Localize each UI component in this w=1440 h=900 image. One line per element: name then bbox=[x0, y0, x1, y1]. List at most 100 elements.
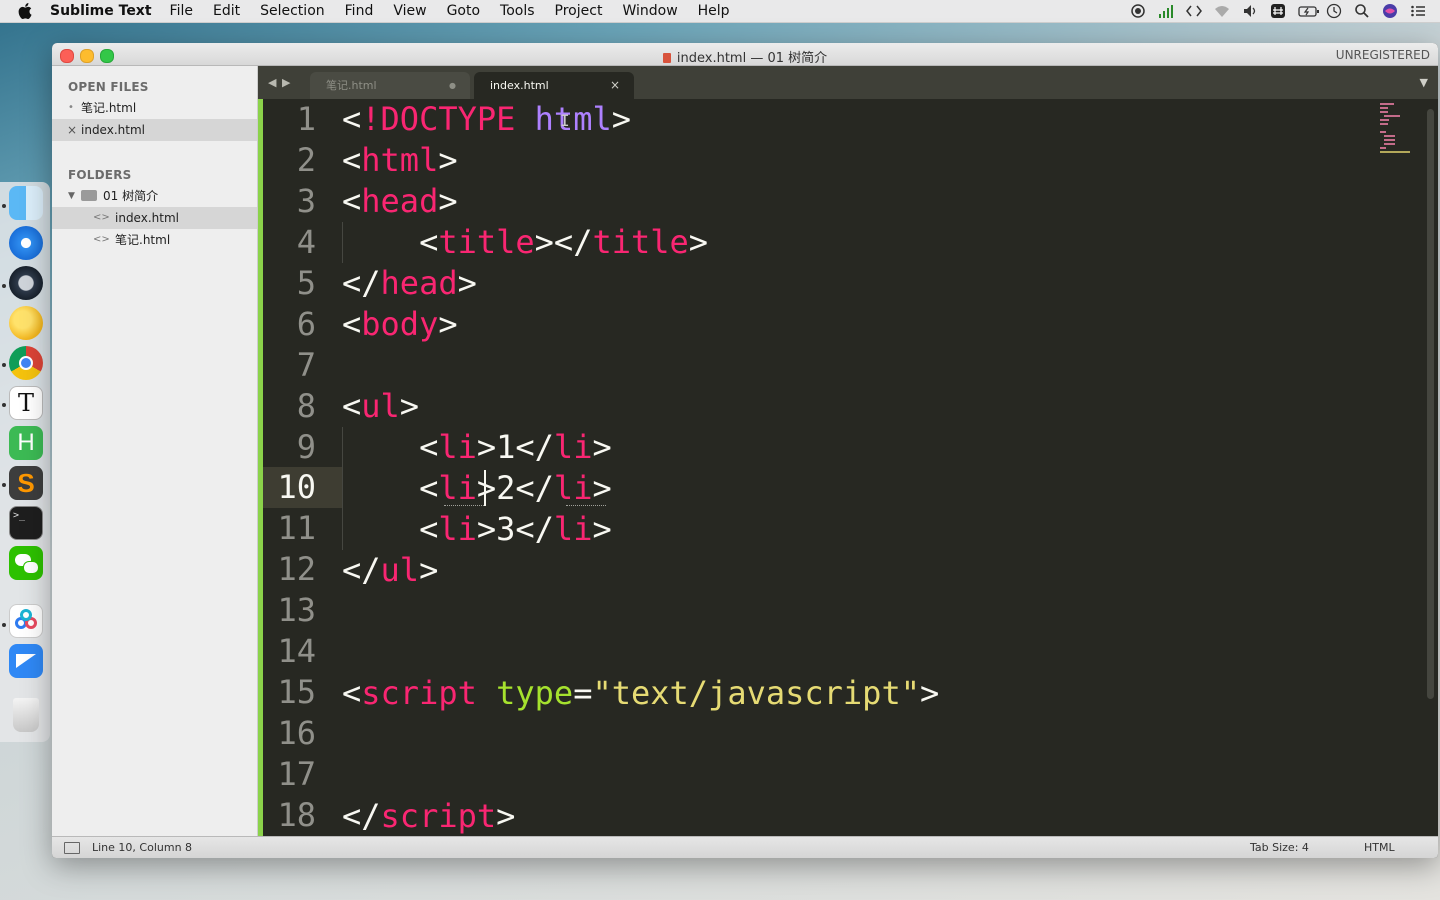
siri-icon[interactable] bbox=[1382, 3, 1398, 19]
tab-label: index.html bbox=[490, 79, 549, 92]
syntax-selector[interactable]: HTML bbox=[1364, 841, 1395, 854]
menu-view[interactable]: View bbox=[393, 3, 426, 19]
code-token: > bbox=[399, 387, 420, 425]
code-line[interactable]: <li>2</li> bbox=[342, 468, 612, 509]
record-icon[interactable] bbox=[1130, 3, 1146, 19]
safari-icon[interactable] bbox=[9, 226, 43, 260]
code-line[interactable]: <head> bbox=[342, 181, 458, 222]
code-line[interactable]: </ul> bbox=[342, 550, 438, 591]
tag-match-underline bbox=[566, 505, 606, 506]
tab-back-icon[interactable]: ◀ bbox=[268, 76, 276, 89]
app-name[interactable]: Sublime Text bbox=[50, 3, 152, 19]
code-line[interactable]: <body> bbox=[342, 304, 458, 345]
sublime-window: index.html — 01 树简介 UNREGISTERED OPEN FI… bbox=[52, 43, 1438, 858]
code-line[interactable]: <li>3</li> bbox=[342, 509, 612, 550]
tab-forward-icon[interactable]: ▶ bbox=[282, 76, 290, 89]
close-file-icon[interactable]: × bbox=[67, 119, 77, 141]
folders-heading: FOLDERS bbox=[68, 168, 132, 182]
code-token: > bbox=[592, 428, 612, 466]
ibeam-cursor-icon: I bbox=[560, 111, 570, 130]
code-line[interactable]: <html> bbox=[342, 140, 458, 181]
folder-file-notes[interactable]: <> 笔记.html bbox=[52, 229, 257, 251]
code-token: li bbox=[438, 428, 477, 466]
code-token: < bbox=[342, 674, 362, 712]
spotlight-icon[interactable] bbox=[1354, 3, 1370, 19]
tab-notes[interactable]: 笔记.html ● bbox=[310, 72, 470, 99]
hbuilder-icon[interactable]: H bbox=[9, 426, 43, 460]
file-code-icon: <> bbox=[93, 234, 110, 245]
clock-icon[interactable] bbox=[1326, 3, 1342, 19]
tab-index[interactable]: index.html × bbox=[474, 72, 634, 99]
volume-icon[interactable] bbox=[1242, 3, 1258, 19]
line-number: 17 bbox=[277, 755, 316, 793]
minimap[interactable] bbox=[1378, 103, 1418, 153]
code-token: = bbox=[573, 674, 593, 712]
chrome-icon[interactable] bbox=[9, 346, 43, 380]
code-line[interactable]: <title></title> bbox=[342, 222, 708, 263]
unsaved-dot-icon[interactable]: ● bbox=[449, 72, 456, 99]
status-bar: Line 10, Column 8 Tab Size: 4 HTML bbox=[52, 836, 1438, 858]
finder-icon[interactable] bbox=[9, 186, 43, 220]
tab-overflow-dropdown-icon[interactable]: ▼ bbox=[1420, 76, 1428, 89]
code-editor[interactable]: 1 2 3 4 5 6 7 8 9 10 11 12 13 14 15 16 1… bbox=[258, 99, 1438, 836]
menu-help[interactable]: Help bbox=[698, 3, 730, 19]
line-number: 14 bbox=[277, 632, 316, 670]
code-token: title bbox=[438, 223, 535, 261]
menu-edit[interactable]: Edit bbox=[213, 3, 240, 19]
menu-project[interactable]: Project bbox=[555, 3, 603, 19]
trash-icon[interactable] bbox=[13, 698, 39, 732]
notification-center-icon[interactable] bbox=[1410, 3, 1426, 19]
wifi-icon[interactable] bbox=[1214, 3, 1230, 19]
dock-running-dot bbox=[2, 483, 6, 487]
code-token: li bbox=[553, 428, 593, 466]
code-line[interactable]: <!DOCTYPE html> bbox=[342, 99, 631, 140]
signal-icon[interactable] bbox=[1158, 3, 1174, 19]
code-line[interactable]: <li>1</li> bbox=[342, 427, 612, 468]
menu-selection[interactable]: Selection bbox=[260, 3, 325, 19]
feishu-icon[interactable] bbox=[9, 644, 43, 678]
code-line[interactable]: </script> bbox=[342, 796, 515, 837]
line-number: 4 bbox=[296, 223, 316, 261]
tab-size-selector[interactable]: Tab Size: 4 bbox=[1250, 841, 1309, 854]
panel-toggle-icon[interactable] bbox=[64, 842, 80, 854]
code-token: script bbox=[361, 674, 477, 712]
menu-window[interactable]: Window bbox=[622, 3, 677, 19]
line-number: 3 bbox=[296, 182, 316, 220]
code-line[interactable]: <ul> bbox=[342, 386, 419, 427]
open-file-index[interactable]: × index.html bbox=[52, 119, 257, 141]
code-icon[interactable] bbox=[1186, 3, 1202, 19]
vertical-scrollbar[interactable] bbox=[1427, 109, 1434, 699]
dock-running-dot bbox=[2, 403, 6, 407]
code-token: < bbox=[342, 100, 362, 138]
dock-running-dot bbox=[2, 204, 6, 208]
yellow-app-icon[interactable] bbox=[9, 306, 43, 340]
quicktime-icon[interactable] bbox=[9, 266, 43, 300]
typora-icon[interactable]: T bbox=[9, 386, 43, 420]
menu-find[interactable]: Find bbox=[345, 3, 374, 19]
title-bar: index.html — 01 树简介 UNREGISTERED bbox=[52, 43, 1438, 66]
code-token: > bbox=[688, 223, 709, 261]
menu-file[interactable]: File bbox=[170, 3, 193, 19]
apple-icon[interactable] bbox=[18, 3, 36, 19]
battery-icon[interactable] bbox=[1298, 3, 1319, 19]
menu-goto[interactable]: Goto bbox=[447, 3, 480, 19]
input-method-icon[interactable] bbox=[1270, 3, 1286, 19]
close-tab-icon[interactable]: × bbox=[610, 72, 620, 99]
wechat-icon[interactable] bbox=[9, 546, 43, 580]
code-token: script bbox=[380, 797, 497, 835]
folder-row[interactable]: ▼ 01 树简介 bbox=[52, 185, 257, 207]
baidu-netdisk-icon[interactable] bbox=[9, 604, 43, 638]
open-file-notes[interactable]: • 笔记.html bbox=[52, 97, 257, 119]
code-token: >2</ bbox=[476, 469, 554, 507]
code-line[interactable]: <script type="text/javascript"> bbox=[342, 673, 939, 714]
line-number: 6 bbox=[296, 305, 316, 343]
menu-tools[interactable]: Tools bbox=[500, 3, 535, 19]
disclosure-triangle-icon[interactable]: ▼ bbox=[68, 185, 75, 207]
folder-icon bbox=[81, 190, 97, 201]
sublime-text-icon[interactable]: S bbox=[9, 466, 43, 500]
folder-file-index[interactable]: <> index.html bbox=[52, 207, 257, 229]
code-token: < bbox=[342, 182, 362, 220]
terminal-icon[interactable]: >_ bbox=[9, 506, 43, 540]
code-line[interactable]: </head> bbox=[342, 263, 477, 304]
file-code-icon: <> bbox=[93, 212, 110, 223]
